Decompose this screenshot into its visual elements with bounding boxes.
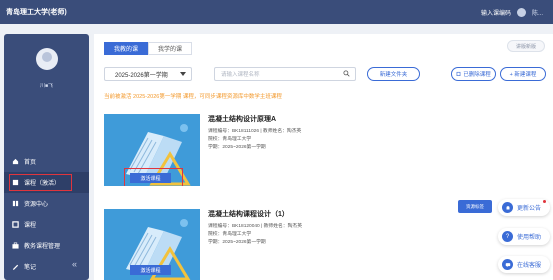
topbar-right: 输入课编码 陈... (481, 0, 543, 24)
new-folder-button[interactable]: 新建文件夹 (367, 67, 420, 81)
sidebar-item-label: 资源中心 (24, 202, 49, 208)
sidebar-item-label: 课程 (24, 223, 37, 229)
activate-course-badge[interactable]: 激活课程 (130, 173, 171, 183)
home-icon (12, 158, 19, 165)
course-title[interactable]: 混凝土结构设计原理A (208, 114, 301, 124)
collapse-sidebar-button[interactable]: « (72, 259, 77, 269)
update-notice-button[interactable]: 更新公告 (498, 199, 550, 216)
sidebar-item-label: 首页 (24, 160, 37, 166)
sidebar-username: 川■飞 (39, 83, 54, 89)
update-notice-label: 更新公告 (517, 206, 542, 212)
sidebar-item-resources[interactable]: 资源中心 (4, 193, 89, 214)
note-icon (12, 263, 19, 270)
resource-tag-button[interactable]: 资源标签 (458, 200, 492, 213)
chevron-down-icon (180, 72, 186, 76)
avatar[interactable] (35, 48, 58, 70)
tab-learning[interactable]: 我学的课 (148, 42, 193, 55)
course-card[interactable]: 激活课程 混凝土结构设计原理A 课程编号：BK18111026 | 教师姓名：陶… (104, 114, 544, 199)
course-school: 院校：青岛理工大学 (208, 232, 252, 237)
top-bar: 青岛理工大学(老师) 输入课编码 陈... (0, 0, 553, 24)
course-info: 混凝土结构设计原理A 课程编号：BK18111026 | 教师姓名：陶杰英 院校… (208, 114, 301, 152)
topbar-username[interactable]: 陈... (532, 8, 543, 17)
sidebar-item-home[interactable]: 首页 (4, 151, 89, 172)
new-version-button[interactable]: 讲版新版 (506, 40, 545, 52)
chat-icon (502, 259, 513, 270)
highlight-box (9, 174, 72, 191)
enter-course-code-link[interactable]: 输入课编码 (481, 8, 511, 17)
usage-help-button[interactable]: ? 使用帮助 (498, 228, 550, 245)
profile: 川■飞 (4, 34, 89, 100)
sidebar-item-course[interactable]: 课程 (4, 214, 89, 235)
sidebar-item-academic-management[interactable]: 教务课程管理 (4, 235, 89, 256)
course-title[interactable]: 混凝土结构课程设计（1） (208, 209, 302, 219)
search-icon[interactable] (343, 70, 350, 79)
course-thumbnail[interactable]: 激活课程 (104, 114, 200, 186)
semester-value: 2025-2026第一学期 (115, 72, 168, 79)
sidebar: 川■飞 首页 课程（激活） 资源中心 课程 教务课程管理 笔记 « (4, 34, 89, 280)
course-card[interactable]: 激活课程 混凝土结构课程设计（1） 课程编号：BK18120040 | 教师姓名… (104, 209, 544, 280)
deleted-courses-button[interactable]: 已删除课程 (451, 67, 496, 81)
user-avatar-small[interactable] (516, 7, 526, 17)
bell-icon (502, 202, 513, 213)
activate-course-badge[interactable]: 激活课程 (130, 265, 171, 275)
course-icon (12, 221, 19, 228)
tab-teaching[interactable]: 我教的课 (104, 42, 149, 55)
search-placeholder: 请输入课程名称 (221, 72, 260, 78)
online-support-label: 在线客服 (517, 263, 542, 269)
create-course-button[interactable]: + 新建课程 (500, 67, 546, 81)
course-tabs: 我教的课 我学的课 (104, 42, 193, 55)
main-panel: 我教的课 我学的课 讲版新版 2025-2026第一学期 请输入课程名称 新建文… (94, 34, 553, 280)
help-icon: ? (502, 231, 513, 242)
course-school: 院校：青岛理工大学 (208, 137, 252, 142)
sidebar-item-label: 教务课程管理 (24, 244, 61, 250)
course-term: 学期：2025~2026第一学期 (208, 240, 266, 245)
course-code: 课程编号：BK18111026 | 教师姓名：陶杰英 (208, 129, 302, 134)
course-info: 混凝土结构课程设计（1） 课程编号：BK18120040 | 教师姓名：陶杰英 … (208, 209, 302, 247)
semester-select[interactable]: 2025-2026第一学期 (104, 67, 192, 81)
course-thumbnail[interactable]: 激活课程 (104, 209, 200, 280)
deleted-courses-label: 已删除课程 (463, 72, 491, 78)
sidebar-item-courses-active[interactable]: 课程（激活） (4, 172, 89, 193)
course-code: 课程编号：BK18120040 | 教师姓名：陶杰英 (208, 224, 303, 229)
course-term: 学期：2025~2026第一学期 (208, 145, 266, 150)
notification-dot (543, 200, 546, 203)
trash-icon (456, 71, 461, 78)
online-support-button[interactable]: 在线客服 (498, 256, 550, 273)
resource-icon (12, 200, 19, 207)
search-input[interactable]: 请输入课程名称 (214, 67, 356, 81)
notice-text: 当前被激活 2025-2026第一学期 课程，可同步课程资源库中数学主班课程 (104, 94, 282, 100)
usage-help-label: 使用帮助 (517, 235, 542, 241)
briefcase-icon (12, 242, 19, 249)
app-title: 青岛理工大学(老师) (6, 9, 67, 16)
sidebar-item-label: 笔记 (24, 265, 37, 271)
